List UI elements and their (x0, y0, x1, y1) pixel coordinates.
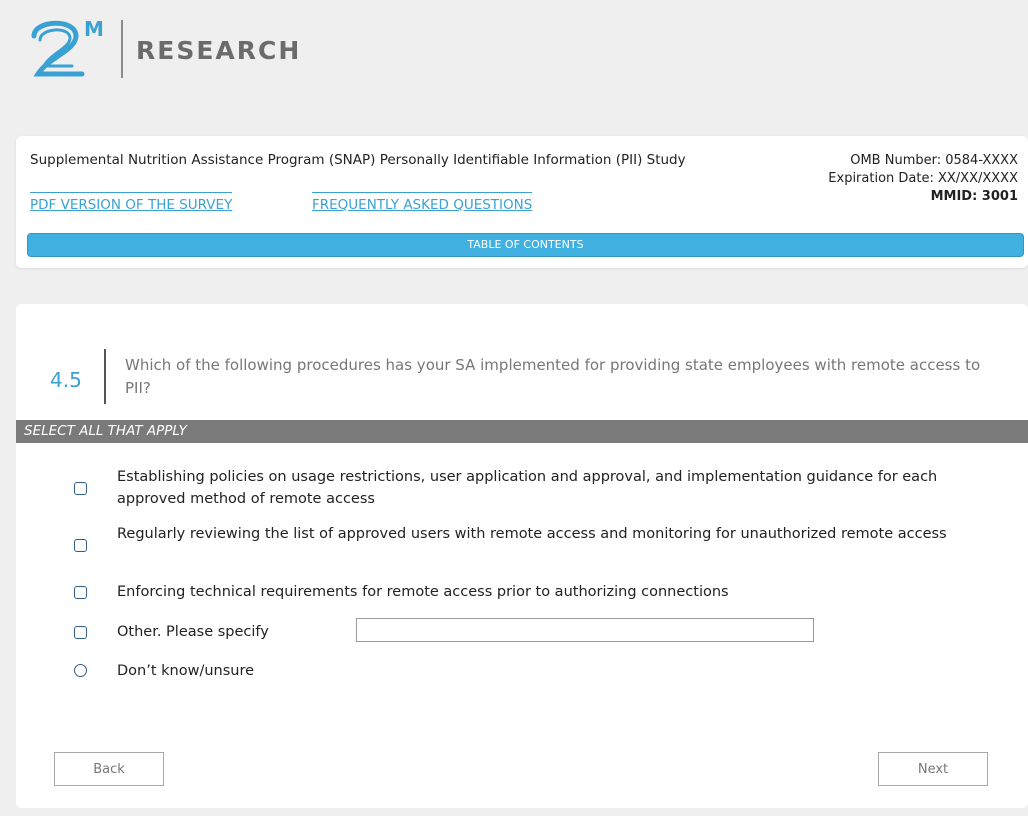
svg-text:M: M (84, 17, 104, 41)
radio-option-5[interactable] (74, 664, 87, 677)
next-button[interactable]: Next (878, 752, 988, 786)
logo-text: RESEARCH (136, 36, 302, 65)
checkbox-option-3[interactable] (74, 586, 87, 599)
checkbox-option-2[interactable] (74, 539, 87, 552)
pdf-version-link[interactable]: PDF VERSION OF THE SURVEY (30, 192, 233, 213)
question-divider (104, 349, 106, 404)
mmid: MMID: 3001 (930, 189, 1018, 204)
omb-number: OMB Number: 0584-XXXX (850, 153, 1018, 168)
option-3-label: Enforcing technical requirements for rem… (117, 584, 729, 600)
table-of-contents-button[interactable]: TABLE OF CONTENTS (27, 233, 1024, 257)
other-specify-input[interactable] (356, 618, 814, 642)
logo-divider (121, 20, 123, 78)
back-button[interactable]: Back (54, 752, 164, 786)
option-5-label: Don’t know/unsure (117, 663, 255, 679)
study-title: Supplemental Nutrition Assistance Progra… (30, 152, 686, 168)
question-text: Which of the following procedures has yo… (125, 356, 981, 397)
faq-link[interactable]: FREQUENTLY ASKED QUESTIONS (312, 192, 533, 213)
checkbox-option-1[interactable] (74, 482, 87, 495)
logo: M RESEARCH (26, 14, 426, 84)
question-number: 4.5 (50, 368, 82, 392)
question-card: 4.5 Which of the following procedures ha… (16, 304, 1028, 808)
checkbox-option-4[interactable] (74, 626, 87, 639)
header-card: Supplemental Nutrition Assistance Progra… (16, 136, 1028, 268)
option-1-label: Establishing policies on usage restricti… (117, 469, 938, 507)
omb-block: OMB Number: 0584-XXXX Expiration Date: X… (828, 152, 1018, 206)
option-2-label: Regularly reviewing the list of approved… (117, 526, 947, 542)
expiration-date: Expiration Date: XX/XX/XXXX (828, 171, 1018, 186)
instruction-bar: SELECT ALL THAT APPLY (16, 420, 1028, 443)
2m-logo-icon: M (31, 17, 104, 77)
option-4-label: Other. Please specify (117, 624, 269, 640)
